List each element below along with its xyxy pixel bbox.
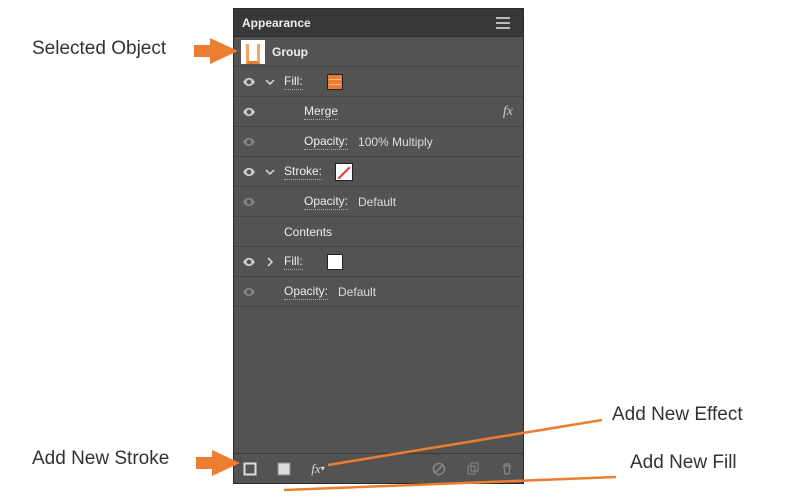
stroke-swatch[interactable] <box>336 164 352 180</box>
merge-label: Merge <box>304 104 338 120</box>
fill-swatch[interactable] <box>327 74 343 90</box>
eye-icon <box>242 165 256 179</box>
stroke-row[interactable]: Stroke: <box>234 157 523 187</box>
clear-appearance-button[interactable] <box>431 461 447 477</box>
eye-icon <box>242 135 256 149</box>
duplicate-icon <box>466 462 480 476</box>
merge-row[interactable]: Merge fx <box>234 97 523 127</box>
chevron-down-icon <box>265 167 275 177</box>
add-stroke-icon <box>243 462 257 476</box>
fx-icon[interactable]: fx <box>503 104 513 120</box>
fill-label: Fill: <box>284 74 303 90</box>
panel-title: Appearance <box>242 16 311 30</box>
expand-toggle[interactable] <box>262 77 278 87</box>
contents-label: Contents <box>284 225 332 239</box>
opacity-row-2[interactable]: Opacity: Default <box>234 187 523 217</box>
add-stroke-button[interactable] <box>242 461 258 477</box>
eye-icon <box>242 195 256 209</box>
selected-object-row[interactable]: Group <box>234 37 523 67</box>
eye-icon <box>242 105 256 119</box>
add-effect-button[interactable]: fx▾ <box>310 461 326 477</box>
arrow-icon <box>212 450 240 476</box>
eye-icon <box>242 285 256 299</box>
panel-menu-icon[interactable] <box>491 14 515 32</box>
callout-selected-object: Selected Object <box>32 38 166 60</box>
opacity-value: Default <box>338 285 376 299</box>
visibility-toggle[interactable] <box>240 75 258 89</box>
add-fill-icon <box>277 462 291 476</box>
opacity-value: 100% Multiply <box>358 135 433 149</box>
visibility-toggle[interactable] <box>240 105 258 119</box>
selected-object-thumb <box>240 40 266 64</box>
trash-icon <box>500 462 514 476</box>
clear-icon <box>432 462 446 476</box>
add-fill-button[interactable] <box>276 461 292 477</box>
chevron-right-icon <box>265 257 275 267</box>
opacity-label: Opacity: <box>304 194 348 210</box>
appearance-panel: Appearance Group Fill: Merge fx <box>233 8 524 484</box>
group-label: Group <box>272 45 308 59</box>
eye-icon <box>242 75 256 89</box>
visibility-toggle[interactable] <box>240 135 258 149</box>
duplicate-button[interactable] <box>465 461 481 477</box>
panel-footer: fx▾ <box>234 453 523 483</box>
opacity-value: Default <box>358 195 396 209</box>
visibility-toggle[interactable] <box>240 285 258 299</box>
opacity-label: Opacity: <box>304 134 348 150</box>
panel-header: Appearance <box>234 9 523 37</box>
delete-button[interactable] <box>499 461 515 477</box>
stroke-label: Stroke: <box>284 164 322 180</box>
expand-toggle[interactable] <box>262 257 278 267</box>
fill-row-2[interactable]: Fill: <box>234 247 523 277</box>
callout-add-new-stroke: Add New Stroke <box>32 448 169 470</box>
callout-add-new-effect: Add New Effect <box>612 404 743 426</box>
opacity-row-1[interactable]: Opacity: 100% Multiply <box>234 127 523 157</box>
callout-add-new-fill: Add New Fill <box>630 452 737 474</box>
arrow-icon <box>210 38 238 64</box>
fill-swatch[interactable] <box>327 254 343 270</box>
chevron-down-icon <box>265 77 275 87</box>
visibility-toggle[interactable] <box>240 165 258 179</box>
expand-toggle[interactable] <box>262 167 278 177</box>
contents-row[interactable]: Contents <box>234 217 523 247</box>
opacity-label: Opacity: <box>284 284 328 300</box>
visibility-toggle[interactable] <box>240 255 258 269</box>
fill-label: Fill: <box>284 254 303 270</box>
fill-row-1[interactable]: Fill: <box>234 67 523 97</box>
visibility-toggle[interactable] <box>240 195 258 209</box>
eye-icon <box>242 255 256 269</box>
opacity-row-3[interactable]: Opacity: Default <box>234 277 523 307</box>
